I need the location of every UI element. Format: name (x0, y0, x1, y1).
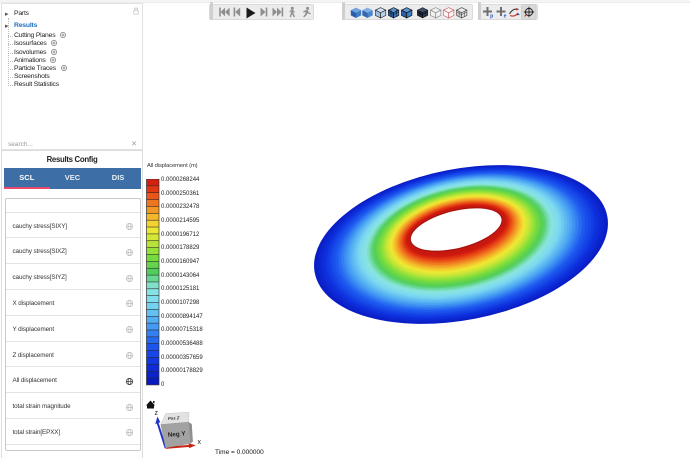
svg-text:x: x (198, 439, 202, 446)
svg-text:z: z (155, 410, 159, 417)
svg-text:Pos Z: Pos Z (168, 415, 180, 421)
